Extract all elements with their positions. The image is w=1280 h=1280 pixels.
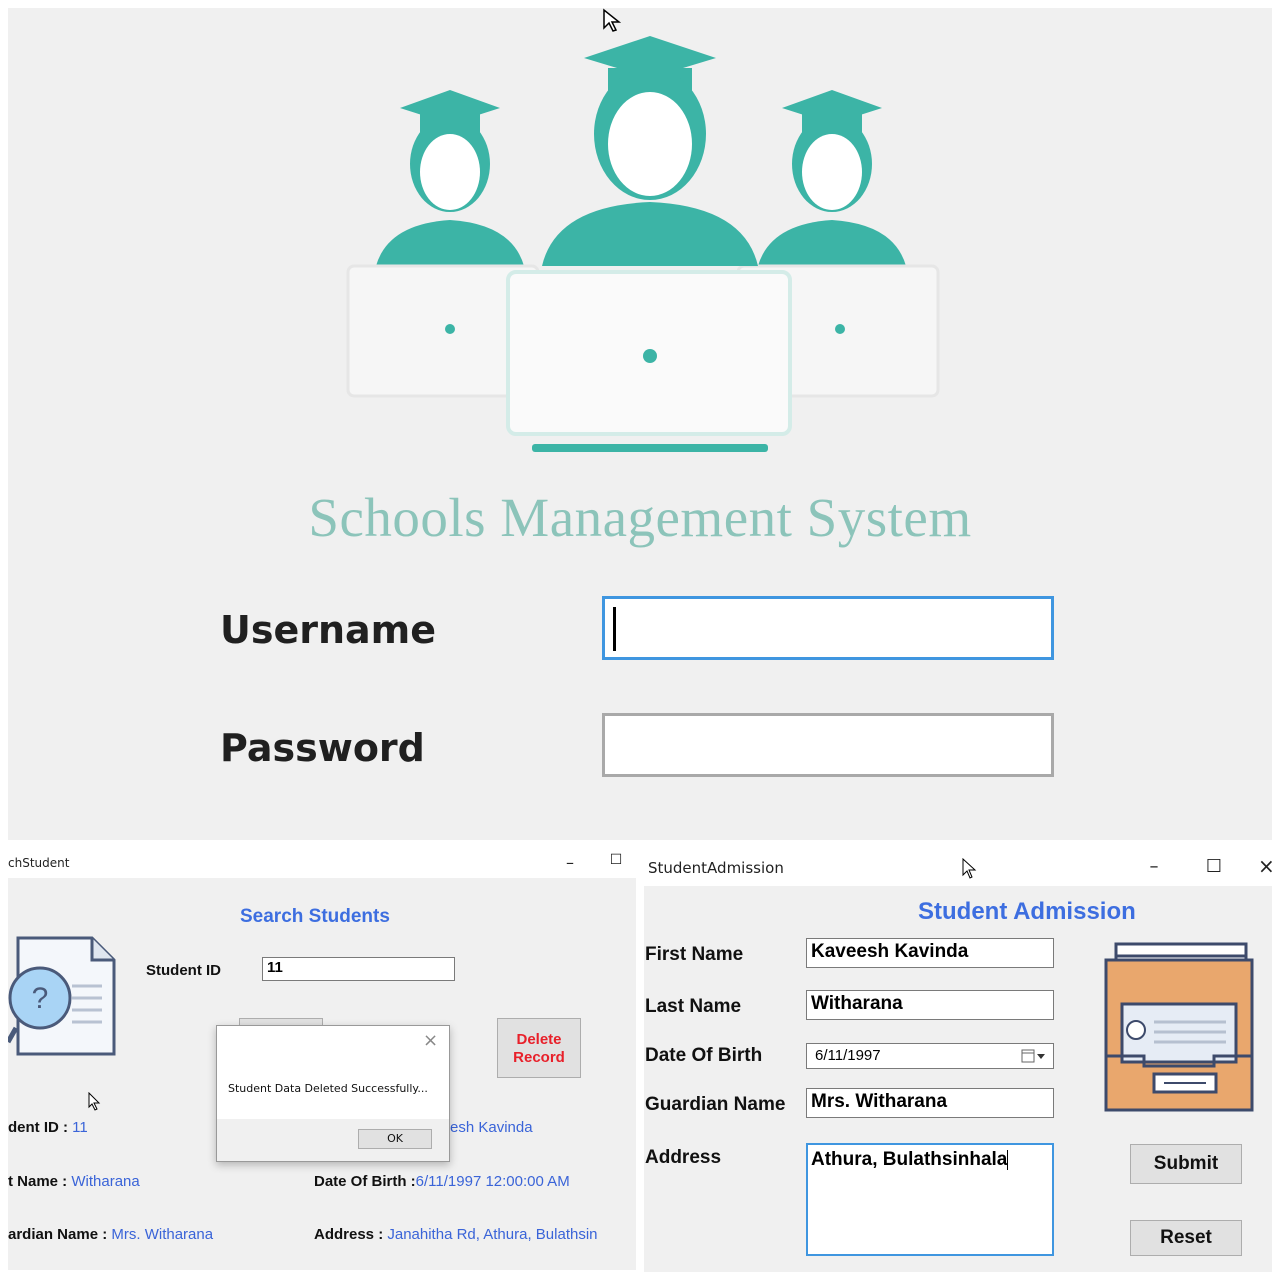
address-label: Address: [645, 1147, 722, 1168]
calendar-dropdown-icon[interactable]: [1021, 1049, 1047, 1063]
search-heading: Search Students: [240, 906, 390, 927]
result-dob-value: 6/11/1997 12:00:00 AM: [415, 1173, 570, 1190]
guardian-name-label: Guardian Name: [645, 1094, 786, 1115]
search-window-titlebar: chStudent – ☐: [8, 848, 636, 878]
maximize-icon[interactable]: ☐: [1202, 856, 1226, 877]
reset-button[interactable]: Reset: [1130, 1220, 1242, 1256]
address-textarea[interactable]: Athura, Bulathsinhala: [806, 1143, 1054, 1256]
result-last-name: t Name : Witharana: [8, 1173, 140, 1190]
result-last-name-value: Witharana: [71, 1173, 140, 1190]
ok-button[interactable]: OK: [358, 1129, 432, 1149]
admission-heading: Student Admission: [918, 898, 1136, 925]
student-id-input[interactable]: 11: [262, 957, 455, 981]
last-name-label: Last Name: [645, 996, 742, 1017]
dob-datepicker[interactable]: 6/11/1997: [806, 1043, 1054, 1069]
result-first-name-value: esh Kavinda: [450, 1119, 533, 1136]
password-label: Password: [220, 726, 425, 770]
address-value: Athura, Bulathsinhala: [811, 1149, 1008, 1170]
submit-button[interactable]: Submit: [1130, 1144, 1242, 1184]
file-cabinet-icon: [1104, 942, 1254, 1112]
result-address: Address : Janahitha Rd, Athura, Bulathsi…: [314, 1226, 636, 1243]
username-input[interactable]: [602, 596, 1054, 660]
message-text: Student Data Deleted Successfully...: [228, 1082, 428, 1095]
dob-value: 6/11/1997: [815, 1047, 881, 1064]
text-caret: [613, 607, 616, 651]
result-last-name-label: t Name :: [8, 1173, 68, 1190]
text-caret: [1007, 1149, 1009, 1170]
window-title: chStudent: [8, 856, 70, 870]
first-name-input[interactable]: Kaveesh Kavinda: [806, 938, 1054, 968]
guardian-name-input[interactable]: Mrs. Witharana: [806, 1088, 1054, 1118]
message-box: × Student Data Deleted Successfully... O…: [216, 1025, 450, 1162]
cursor-icon: [962, 858, 977, 879]
result-address-value: Janahitha Rd, Athura, Bulathsin: [387, 1226, 598, 1243]
password-input[interactable]: [602, 713, 1054, 777]
cursor-icon: [88, 1092, 101, 1111]
last-name-input[interactable]: Witharana: [806, 990, 1054, 1020]
minimize-icon[interactable]: –: [1142, 856, 1166, 877]
student-id-label: Student ID: [146, 962, 221, 979]
result-guardian: ardian Name : Mrs. Witharana: [8, 1226, 213, 1243]
result-id-label: dent ID :: [8, 1119, 68, 1136]
delete-record-button[interactable]: Delete Record: [497, 1018, 581, 1078]
result-dob: Date Of Birth :6/11/1997 12:00:00 AM: [314, 1173, 570, 1190]
dob-label: Date Of Birth: [645, 1045, 763, 1066]
center-student-figure: [506, 36, 792, 452]
minimize-icon[interactable]: –: [560, 853, 580, 872]
search-document-icon: ?: [8, 936, 116, 1056]
result-address-label: Address :: [314, 1226, 384, 1243]
graduates-illustration: [346, 36, 940, 452]
username-label: Username: [220, 608, 437, 652]
maximize-icon[interactable]: ☐: [606, 852, 626, 868]
svg-text:?: ?: [32, 982, 49, 1015]
cursor-icon: [603, 8, 622, 32]
result-dob-label: Date Of Birth :: [314, 1173, 416, 1190]
student-admission-window: StudentAdmission – ☐ × Student Admission…: [644, 848, 1275, 1272]
result-guardian-label: ardian Name :: [8, 1226, 108, 1243]
result-id: dent ID : 11: [8, 1119, 88, 1136]
window-title: StudentAdmission: [648, 859, 784, 877]
admission-window-titlebar: StudentAdmission – ☐ ×: [644, 848, 1275, 886]
app-title: Schools Management System: [308, 487, 972, 548]
result-guardian-value: Mrs. Witharana: [111, 1226, 214, 1243]
result-id-value: 11: [72, 1119, 88, 1136]
close-icon[interactable]: ×: [1258, 854, 1275, 878]
first-name-label: First Name: [645, 944, 744, 965]
login-panel: Schools Management System Username Passw…: [8, 8, 1272, 840]
close-icon[interactable]: ×: [423, 1030, 438, 1051]
